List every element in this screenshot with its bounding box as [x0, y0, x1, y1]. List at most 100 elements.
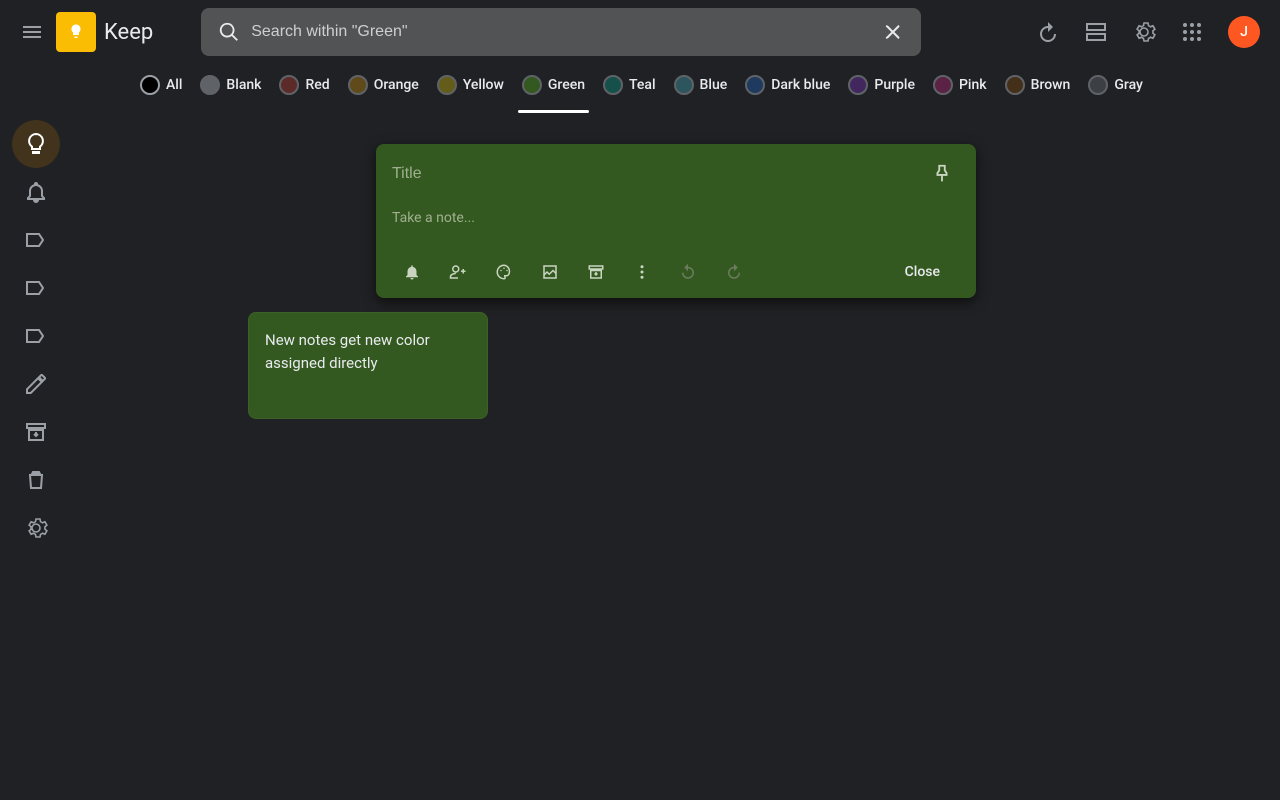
archive-button[interactable] [576, 252, 616, 292]
main: Close New notes get new color assigned d… [0, 112, 1280, 800]
clear-search-button[interactable] [871, 21, 915, 43]
color-filter-row: All Blank Red Orange Yellow Green Teal Blue Dark… [0, 64, 1280, 112]
color-filter-label: Yellow [463, 77, 504, 93]
color-swatch-icon [848, 75, 868, 95]
bell-icon [403, 263, 421, 281]
sidebar-item-reminders[interactable] [12, 168, 60, 216]
bell-icon [24, 180, 48, 204]
content-area: Close New notes get new color assigned d… [72, 112, 1280, 800]
search-icon [207, 21, 251, 43]
sidebar-item-notes[interactable] [12, 120, 60, 168]
pin-icon [931, 163, 953, 185]
archive-icon [587, 263, 605, 281]
gear-icon [24, 516, 48, 540]
color-swatch-icon [674, 75, 694, 95]
redo-icon [725, 263, 743, 281]
more-button[interactable] [622, 252, 662, 292]
menu-icon [20, 20, 44, 44]
app-name: Keep [104, 20, 153, 45]
pencil-icon [24, 372, 48, 396]
header: Keep J [0, 0, 1280, 64]
color-swatch-icon [1005, 75, 1025, 95]
undo-button[interactable] [668, 252, 708, 292]
color-filter-green[interactable]: Green [522, 75, 585, 99]
label-icon [24, 276, 48, 300]
search-box[interactable] [201, 8, 921, 56]
color-swatch-icon [200, 75, 220, 95]
sidebar [0, 112, 72, 800]
note-body-input[interactable] [392, 210, 960, 240]
palette-icon [495, 263, 513, 281]
color-filter-all[interactable]: All [140, 75, 182, 99]
sidebar-item-label-3[interactable] [12, 312, 60, 360]
more-vert-icon [633, 263, 651, 281]
keep-logo-icon [56, 12, 96, 52]
color-filter-brown[interactable]: Brown [1005, 75, 1071, 99]
color-filter-purple[interactable]: Purple [848, 75, 915, 99]
gear-icon [1132, 20, 1156, 44]
color-filter-blue[interactable]: Blue [674, 75, 728, 99]
main-menu-button[interactable] [8, 8, 56, 56]
note-card[interactable]: New notes get new color assigned directl… [248, 312, 488, 419]
sidebar-item-trash[interactable] [12, 456, 60, 504]
color-filter-label: Brown [1031, 77, 1071, 93]
color-swatch-icon [140, 75, 160, 95]
color-filter-label: Teal [629, 77, 656, 93]
lightbulb-icon [24, 132, 48, 156]
color-swatch-icon [522, 75, 542, 95]
color-filter-label: Red [305, 77, 329, 93]
background-options-button[interactable] [484, 252, 524, 292]
sidebar-item-edit-labels[interactable] [12, 360, 60, 408]
apps-button[interactable] [1168, 8, 1216, 56]
color-filter-label: Green [548, 77, 585, 93]
account-avatar[interactable]: J [1228, 16, 1260, 48]
color-filter-label: Purple [874, 77, 915, 93]
sidebar-item-archive[interactable] [12, 408, 60, 456]
color-swatch-icon [745, 75, 765, 95]
label-icon [24, 324, 48, 348]
color-filter-dark-blue[interactable]: Dark blue [745, 75, 830, 99]
apps-icon [1180, 20, 1204, 44]
note-text: New notes get new color assigned directl… [265, 331, 430, 372]
refresh-icon [1036, 20, 1060, 44]
sidebar-item-label-1[interactable] [12, 216, 60, 264]
color-filter-label: Blank [226, 77, 261, 93]
note-title-input[interactable] [392, 165, 924, 183]
color-filter-blank[interactable]: Blank [200, 75, 261, 99]
close-editor-button[interactable]: Close [885, 256, 960, 288]
redo-button[interactable] [714, 252, 754, 292]
add-image-button[interactable] [530, 252, 570, 292]
color-filter-label: Dark blue [771, 77, 830, 93]
pin-button[interactable] [924, 156, 960, 192]
list-view-button[interactable] [1072, 8, 1120, 56]
color-filter-gray[interactable]: Gray [1088, 75, 1143, 99]
color-swatch-icon [1088, 75, 1108, 95]
color-filter-label: Blue [700, 77, 728, 93]
label-icon [24, 228, 48, 252]
color-filter-label: All [166, 77, 182, 93]
color-swatch-icon [348, 75, 368, 95]
color-filter-yellow[interactable]: Yellow [437, 75, 504, 99]
person-add-icon [449, 263, 467, 281]
color-swatch-icon [933, 75, 953, 95]
color-filter-pink[interactable]: Pink [933, 75, 987, 99]
sidebar-item-label-2[interactable] [12, 264, 60, 312]
color-swatch-icon [437, 75, 457, 95]
header-actions: J [1024, 8, 1272, 56]
collaborator-button[interactable] [438, 252, 478, 292]
color-filter-label: Gray [1114, 77, 1143, 93]
search-input[interactable] [251, 23, 871, 41]
app-logo[interactable]: Keep [56, 12, 153, 52]
note-toolbar: Close [392, 252, 960, 292]
sidebar-item-settings[interactable] [12, 504, 60, 552]
close-icon [882, 21, 904, 43]
color-filter-teal[interactable]: Teal [603, 75, 656, 99]
settings-button[interactable] [1120, 8, 1168, 56]
color-filter-orange[interactable]: Orange [348, 75, 419, 99]
list-view-icon [1084, 20, 1108, 44]
color-filter-red[interactable]: Red [279, 75, 329, 99]
image-icon [541, 263, 559, 281]
color-swatch-icon [279, 75, 299, 95]
refresh-button[interactable] [1024, 8, 1072, 56]
remind-me-button[interactable] [392, 252, 432, 292]
